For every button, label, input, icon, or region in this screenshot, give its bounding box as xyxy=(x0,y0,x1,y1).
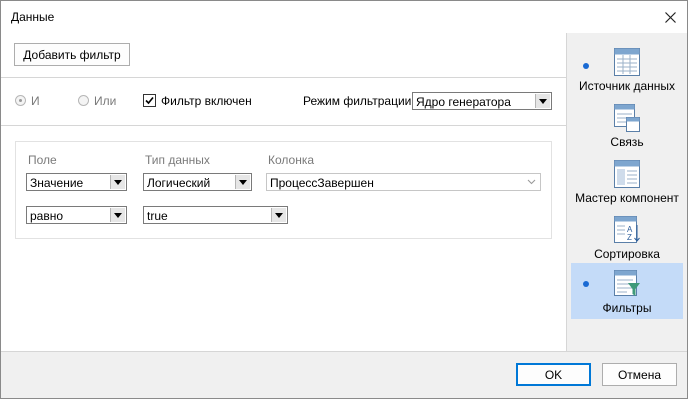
column-value: ПроцессЗавершен xyxy=(270,176,374,190)
and-radio[interactable] xyxy=(15,95,26,106)
footer-separator xyxy=(1,351,687,352)
data-type-select[interactable]: Логический xyxy=(143,173,252,191)
close-button[interactable] xyxy=(653,1,687,33)
sidebar-item-filters[interactable]: Фильтры xyxy=(571,263,683,319)
component-wizard-icon xyxy=(613,159,641,192)
operand-select[interactable]: true xyxy=(143,206,288,224)
sidebar-item-label: Мастер компонент xyxy=(575,191,679,205)
filter-mode-select[interactable]: Ядро генератора xyxy=(412,92,552,110)
chevron-down-icon xyxy=(524,175,539,189)
or-label: Или xyxy=(94,94,117,108)
window-title: Данные xyxy=(11,10,55,24)
operator-value: равно xyxy=(30,209,64,223)
dropdown-arrow-icon xyxy=(235,175,250,189)
field-header: Поле xyxy=(28,153,57,167)
sort-icon: A Z xyxy=(613,215,641,248)
relation-icon xyxy=(613,103,641,136)
filter-mode-label: Режим фильтрации xyxy=(303,94,412,108)
filter-icon xyxy=(613,269,641,302)
data-source-icon xyxy=(613,47,641,80)
column-header: Колонка xyxy=(268,153,315,167)
dropdown-arrow-icon xyxy=(535,94,550,108)
svg-text:Z: Z xyxy=(627,233,632,242)
sidebar: Источник данных Связь Мастер компонент A… xyxy=(567,33,687,351)
checkmark-icon xyxy=(145,96,154,105)
filter-enabled-label: Фильтр включен xyxy=(161,94,252,108)
column-select[interactable]: ПроцессЗавершен xyxy=(266,173,541,191)
ok-button[interactable]: OK xyxy=(516,363,591,386)
dropdown-arrow-icon xyxy=(110,208,125,222)
sidebar-item-label: Связь xyxy=(610,135,644,149)
operator-select[interactable]: равно xyxy=(26,206,127,224)
data-type-header: Тип данных xyxy=(145,153,210,167)
field-select[interactable]: Значение xyxy=(26,173,127,191)
title-bar: Данные xyxy=(1,1,687,33)
separator xyxy=(1,77,566,78)
data-dialog: Данные Добавить фильтр И Или Фильтр вклю… xyxy=(0,0,688,399)
sidebar-item-component-wizard[interactable]: Мастер компонент xyxy=(571,157,683,213)
dropdown-arrow-icon xyxy=(110,175,125,189)
dropdown-arrow-icon xyxy=(271,208,286,222)
marker-dot xyxy=(583,281,589,287)
filter-condition-panel: Поле Тип данных Колонка Значение Логичес… xyxy=(15,141,552,239)
operand-value: true xyxy=(147,209,168,223)
add-filter-button[interactable]: Добавить фильтр xyxy=(14,43,130,66)
filter-enabled-checkbox[interactable] xyxy=(143,94,156,107)
main-content: Добавить фильтр И Или Фильтр включен Реж… xyxy=(1,33,566,351)
sidebar-item-sort[interactable]: A Z Сортировка xyxy=(571,213,683,269)
close-icon xyxy=(664,11,676,23)
field-value: Значение xyxy=(30,176,84,190)
sidebar-item-label: Фильтры xyxy=(602,301,652,315)
sidebar-item-label: Сортировка xyxy=(594,247,660,261)
separator xyxy=(1,125,566,126)
marker-dot xyxy=(583,63,589,69)
sidebar-item-data-source[interactable]: Источник данных xyxy=(571,45,683,101)
filter-mode-value: Ядро генератора xyxy=(416,95,511,109)
and-label: И xyxy=(31,94,40,108)
cancel-button[interactable]: Отмена xyxy=(602,363,677,386)
sidebar-item-label: Источник данных xyxy=(578,79,676,93)
data-type-value: Логический xyxy=(147,176,211,190)
or-radio[interactable] xyxy=(78,95,89,106)
sidebar-item-relation[interactable]: Связь xyxy=(571,101,683,157)
